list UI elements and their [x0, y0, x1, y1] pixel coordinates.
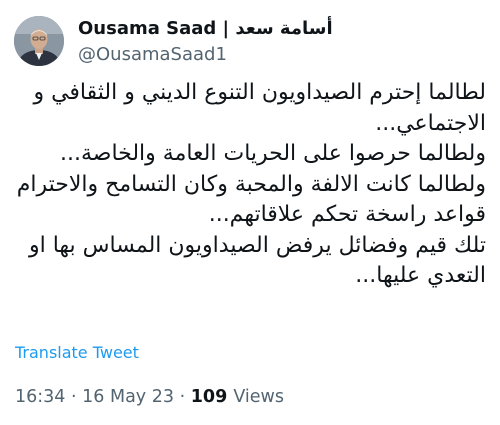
tweet-text-line: لطالما إحترم الصيداويون التنوع الديني و …	[33, 80, 486, 105]
views-count: 109	[190, 387, 234, 407]
tweet-text-line: تلك قيم وفضائل يرفض الصيداويون المساس به…	[28, 232, 486, 258]
tweet-text-line: قواعد راسخة تحكم علاقاتهم...	[208, 202, 486, 227]
separator-dot: ·	[179, 387, 191, 407]
tweet-text-line: الاجتماعي...	[375, 110, 486, 136]
tweet-time[interactable]: 16:34	[15, 387, 65, 407]
author-handle[interactable]: @OusamaSaad1	[78, 44, 227, 66]
tweet-text-line: التعدي عليها...	[355, 263, 486, 288]
avatar[interactable]	[14, 16, 64, 66]
tweet-text-line: ولطالما كانت الالفة والمحبة وكان التسامح…	[16, 171, 486, 197]
tweet-date[interactable]: 16 May 23	[82, 387, 174, 407]
tweet-meta: 16:34 · 16 May 23 · 109 Views	[15, 386, 284, 408]
author-name[interactable]: Ousama Saad | أسامة سعد	[78, 18, 333, 40]
tweet-header: Ousama Saad | أسامة سعد @OusamaSaad1	[14, 14, 486, 74]
translate-tweet-link[interactable]: Translate Tweet	[15, 343, 139, 363]
separator-dot: ·	[71, 387, 83, 407]
views-label: Views	[233, 387, 284, 407]
tweet-card: Ousama Saad | أسامة سعد @OusamaSaad1 لطا…	[0, 0, 500, 425]
tweet-text-line: ولطالما حرصوا على الحريات العامة والخاصة…	[59, 141, 486, 166]
tweet-text: لطالما إحترم الصيداويون التنوع الديني و …	[14, 78, 486, 292]
